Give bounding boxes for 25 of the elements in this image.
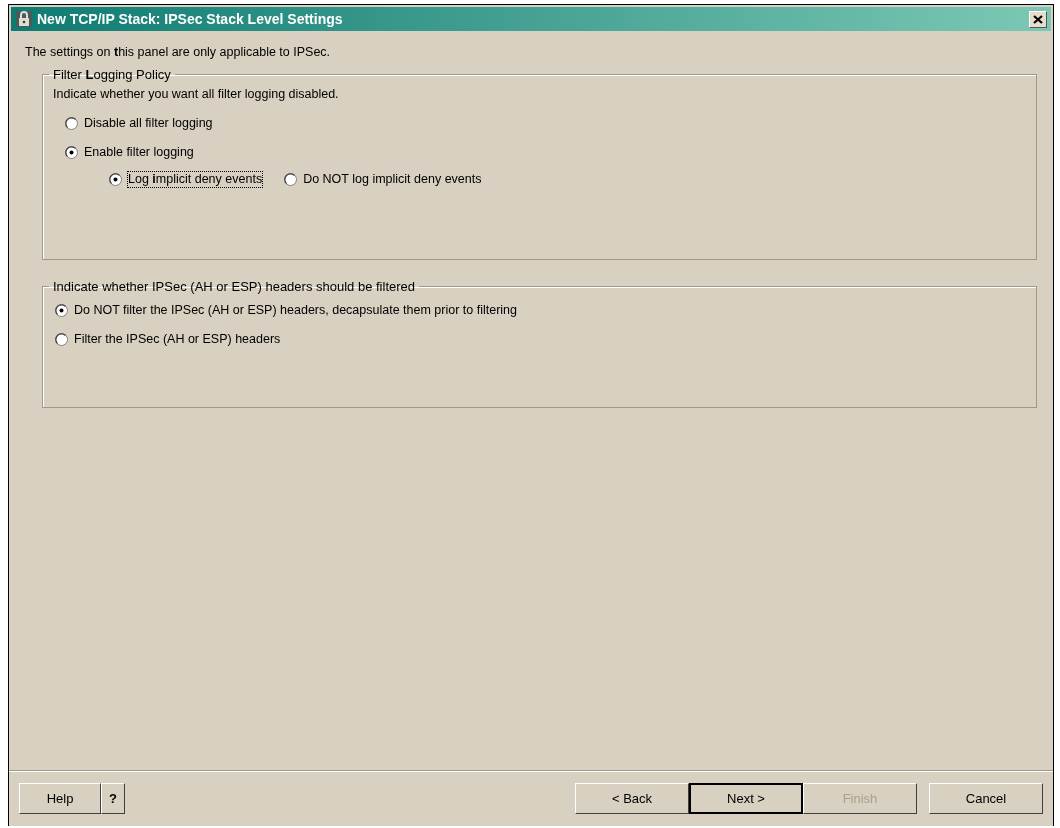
wizard-button[interactable]: Next > xyxy=(689,783,803,814)
radio-option[interactable]: Do NOT log implicit deny events xyxy=(282,171,484,187)
padlock-icon xyxy=(15,10,33,29)
radio-option[interactable]: Do NOT filter the IPSec (AH or ESP) headers, decapsulate them prior to filtering xyxy=(53,303,1026,318)
group-title: Indicate whether IPSec (AH or ESP) headers should be filtered xyxy=(52,280,417,293)
radio-button[interactable] xyxy=(65,145,78,159)
intro-text: The settings on this panel are only applicable to IPSec. xyxy=(25,44,332,61)
radio-option[interactable]: Filter the IPSec (AH or ESP) headers xyxy=(53,332,1026,347)
radio-button[interactable] xyxy=(55,333,68,346)
radio-button[interactable] xyxy=(65,116,78,130)
radio-option[interactable]: Log implicit deny events xyxy=(107,171,265,187)
cancel-button[interactable]: Cancel xyxy=(929,783,1043,814)
radio-button[interactable] xyxy=(284,172,298,186)
group-title: Filter Logging Policy xyxy=(52,68,172,81)
radio-button[interactable] xyxy=(55,304,68,317)
close-button[interactable] xyxy=(1029,10,1047,28)
radio-option[interactable]: Disable all filter logging xyxy=(63,115,1026,131)
wizard-button[interactable]: < Back xyxy=(575,783,689,814)
help-button[interactable]: Help xyxy=(19,783,101,814)
radio-option[interactable]: Enable filter logging xyxy=(63,144,1026,160)
window-title: New TCP/IP Stack: IPSec Stack Level Settings xyxy=(37,9,343,29)
close-icon xyxy=(1033,14,1043,24)
prompt-text: Indicate whether you want all filter logging disabled. xyxy=(53,86,340,103)
help-button[interactable]: ? xyxy=(101,783,125,814)
radio-button[interactable] xyxy=(109,172,122,186)
